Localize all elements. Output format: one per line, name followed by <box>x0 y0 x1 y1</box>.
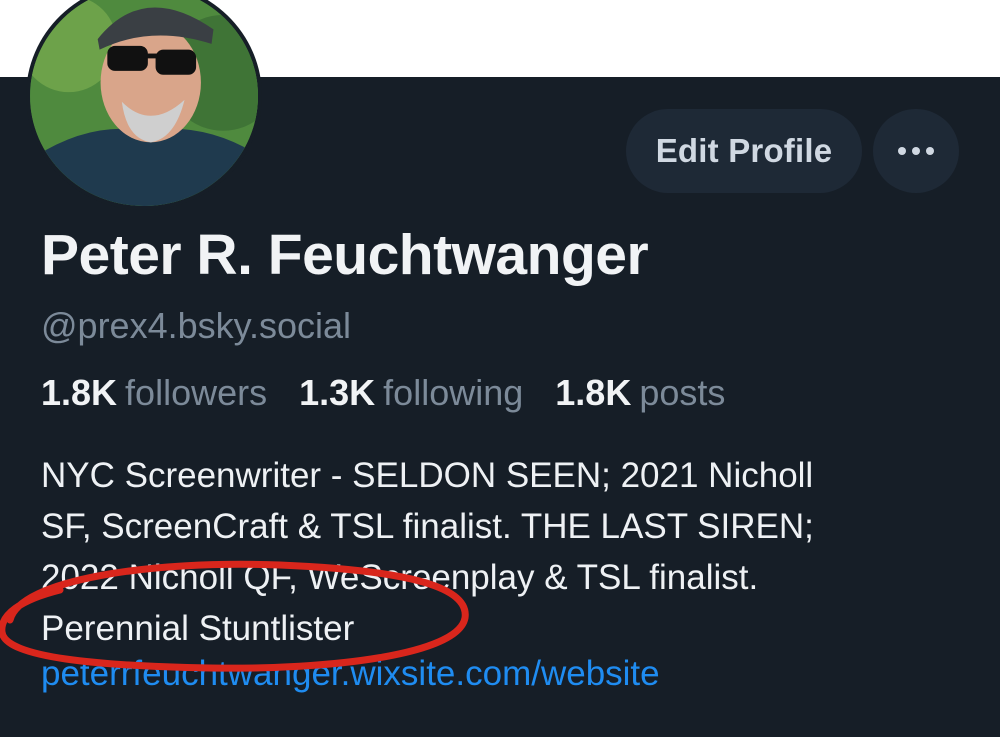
posts-label: posts <box>639 372 726 413</box>
ellipsis-icon <box>898 147 934 155</box>
edit-profile-button[interactable]: Edit Profile <box>626 109 862 193</box>
following-label: following <box>383 372 524 413</box>
profile-stats: 1.8K followers 1.3K following 1.8K posts <box>41 372 747 414</box>
bio-line: SF, ScreenCraft & TSL finalist. THE LAST… <box>41 507 814 546</box>
followers-count: 1.8K <box>41 372 118 413</box>
bio-line: NYC Screenwriter - SELDON SEEN; 2021 Nic… <box>41 456 814 495</box>
more-options-button[interactable] <box>873 109 959 193</box>
followers-label: followers <box>125 372 268 413</box>
following-count: 1.3K <box>299 372 376 413</box>
website-link[interactable]: peterrfeuchtwanger.wixsite.com/website <box>41 654 660 694</box>
posts-count: 1.8K <box>555 372 632 413</box>
profile-bio: NYC Screenwriter - SELDON SEEN; 2021 Nic… <box>41 450 941 654</box>
posts-stat: 1.8K posts <box>555 372 747 413</box>
following-stat[interactable]: 1.3K following <box>299 372 555 413</box>
bio-line: 2022 Nicholl QF, WeScreenplay & TSL fina… <box>41 558 759 597</box>
avatar[interactable] <box>26 0 262 210</box>
avatar-photo <box>30 0 258 206</box>
followers-stat[interactable]: 1.8K followers <box>41 372 299 413</box>
display-name: Peter R. Feuchtwanger <box>41 223 649 287</box>
bio-line: Perennial Stuntlister <box>41 609 355 648</box>
profile-handle: @prex4.bsky.social <box>41 305 351 346</box>
